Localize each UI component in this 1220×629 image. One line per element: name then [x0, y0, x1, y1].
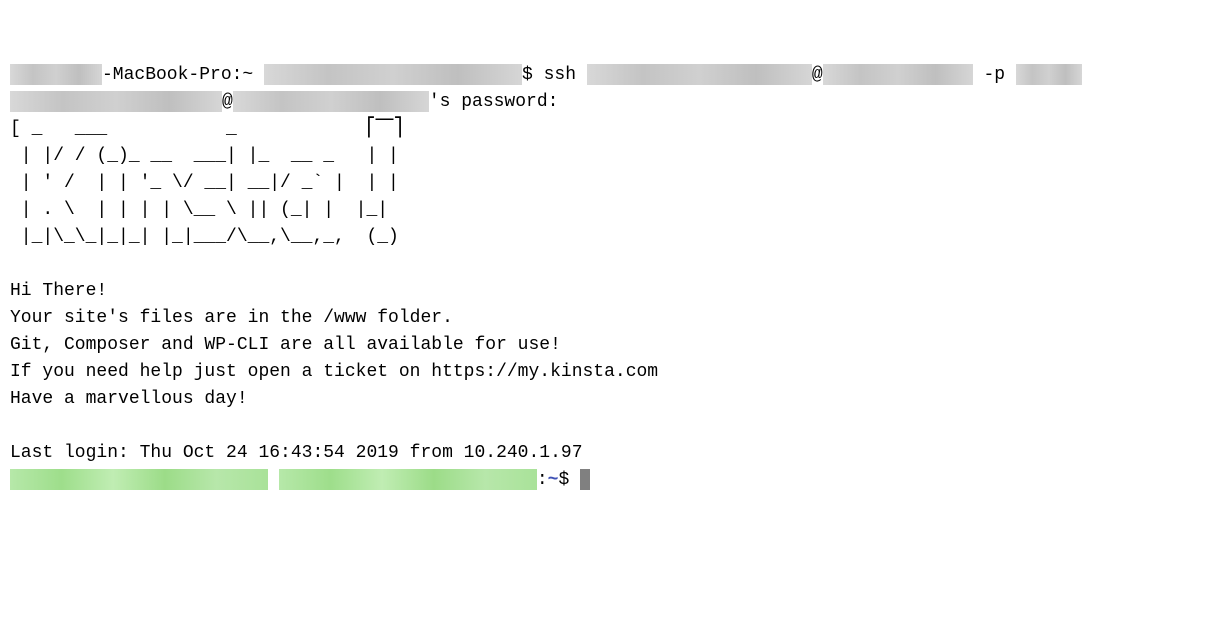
prompt-dollar: $ ssh: [522, 65, 587, 85]
ascii-art-kinsta: [ _ ___ _ ⎡⎺⎤ | |/ / (_)_ __ ___| |_ __ …: [10, 119, 402, 247]
welcome-day: Have a marvellous day!: [10, 389, 248, 409]
redacted-user2: [10, 91, 222, 112]
welcome-help: If you need help just open a ticket on h…: [10, 362, 658, 382]
welcome-files: Your site's files are in the /www folder…: [10, 308, 453, 328]
prompt-tilde: ~: [548, 470, 559, 490]
redacted-remote-host: [279, 469, 537, 490]
welcome-tools: Git, Composer and WP-CLI are all availab…: [10, 335, 561, 355]
hostname-local: -MacBook-Pro:~: [102, 65, 264, 85]
redacted-local-session: [264, 64, 522, 85]
terminal-cursor: [580, 469, 590, 490]
welcome-greeting: Hi There!: [10, 281, 107, 301]
prompt-colon: :: [537, 470, 548, 490]
port-flag: -p: [973, 65, 1016, 85]
redacted-host2: [233, 91, 429, 112]
redacted-remote-user: [10, 469, 268, 490]
redacted-ssh-user: [587, 64, 812, 85]
terminal-output[interactable]: -MacBook-Pro:~ $ ssh @ -p @'s password: …: [10, 62, 1210, 494]
redacted-ssh-host: [823, 64, 973, 85]
at-sign-2: @: [222, 92, 233, 112]
password-label: 's password:: [429, 92, 559, 112]
redacted-ssh-port: [1016, 64, 1082, 85]
line-ssh-command: -MacBook-Pro:~ $ ssh @ -p: [10, 65, 1082, 85]
at-sign: @: [812, 65, 823, 85]
last-login: Last login: Thu Oct 24 16:43:54 2019 fro…: [10, 443, 583, 463]
redacted-local-user: [10, 64, 102, 85]
line-password-prompt: @ 's password:: [10, 92, 558, 112]
prompt-dollar-remote: $: [558, 470, 580, 490]
remote-prompt-line[interactable]: :~$: [10, 470, 590, 490]
